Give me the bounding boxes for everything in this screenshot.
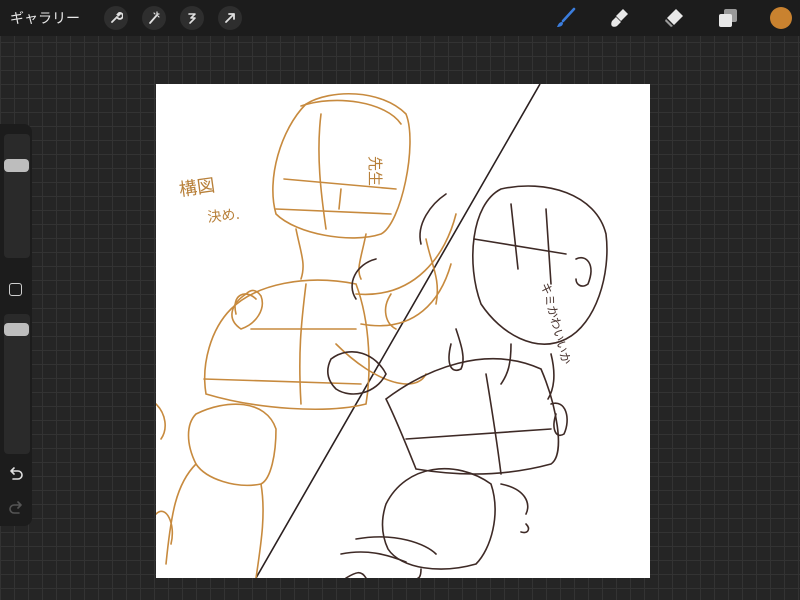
brush-button[interactable]: [552, 4, 580, 32]
undo-icon: [10, 467, 23, 480]
magic-wand-icon: [149, 11, 160, 24]
layers-button[interactable]: [714, 4, 742, 32]
wrench-icon: [111, 12, 123, 23]
brush-size-thumb[interactable]: [4, 159, 29, 172]
transform-button[interactable]: [218, 6, 242, 30]
actions-button[interactable]: [104, 6, 128, 30]
undo-button[interactable]: [6, 464, 26, 484]
painting-tools: [526, 0, 800, 36]
annotation-kime: 決め.: [207, 207, 241, 226]
left-sidebar: [0, 124, 32, 526]
annotation-kouzu: 構図: [178, 175, 217, 201]
drawing-canvas[interactable]: 先生 構図 決め. キミかわいいか: [156, 84, 650, 578]
redo-icon: [9, 501, 22, 514]
top-toolbar: ギャラリー: [0, 0, 800, 36]
modify-button[interactable]: [9, 283, 22, 296]
sketch-drawing: 先生 構図 決め. キミかわいいか: [156, 84, 608, 578]
selection-icon: [188, 13, 196, 24]
annotation-kimi-kawaii: キミかわいいか: [538, 281, 573, 366]
redo-button[interactable]: [6, 498, 26, 518]
selection-button[interactable]: [180, 6, 204, 30]
divider-line: [255, 84, 541, 578]
smudge-button[interactable]: [606, 4, 634, 32]
color-picker-button[interactable]: [770, 7, 792, 29]
adjustments-button[interactable]: [142, 6, 166, 30]
brush-size-slider[interactable]: [4, 134, 30, 258]
transform-arrow-icon: [225, 13, 235, 23]
smudge-icon: [611, 9, 628, 27]
brush-icon: [557, 7, 576, 27]
gallery-button[interactable]: ギャラリー: [10, 8, 80, 28]
opacity-thumb[interactable]: [4, 323, 29, 336]
orange-figure: [156, 92, 457, 578]
eraser-icon: [665, 9, 683, 27]
annotation-sensei: 先生: [366, 156, 384, 186]
layers-icon: [719, 9, 737, 27]
eraser-button[interactable]: [660, 4, 688, 32]
